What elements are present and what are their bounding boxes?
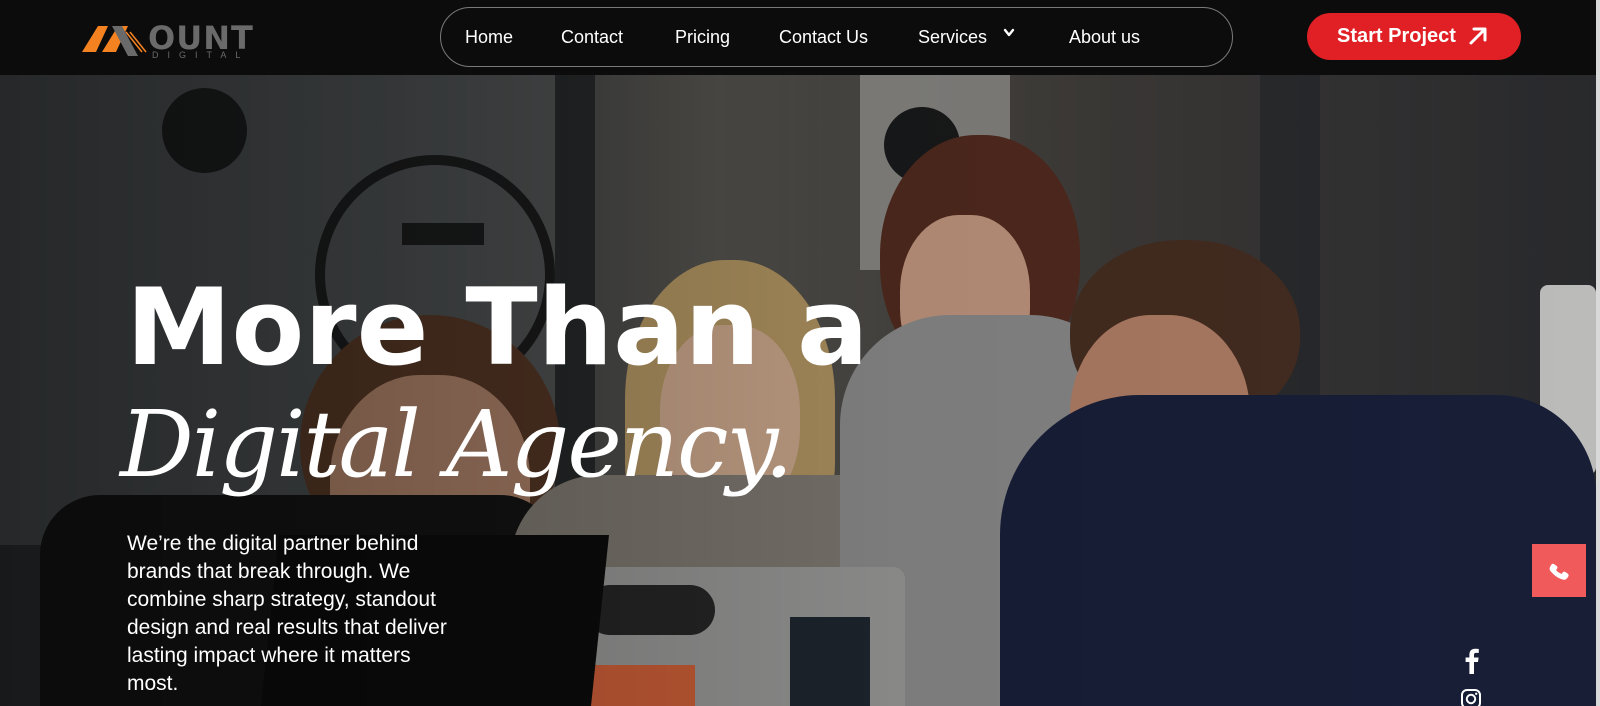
facebook-icon[interactable] [1460,647,1484,675]
arrow-up-right-icon [1469,27,1487,45]
start-project-label: Start Project [1337,25,1456,47]
logo-subtext: DIGITAL [152,50,250,60]
page-scrollbar[interactable] [1596,0,1600,706]
instagram-icon[interactable] [1460,688,1484,706]
main-nav: Home Contact Pricing Contact Us Services… [440,7,1233,67]
nav-contact-us[interactable]: Contact Us [779,8,868,68]
nav-contact[interactable]: Contact [561,8,623,68]
nav-pricing[interactable]: Pricing [675,8,730,68]
nav-about-us[interactable]: About us [1069,8,1140,68]
chevron-down-icon[interactable] [1002,26,1016,40]
phone-icon [1549,563,1569,580]
start-project-button[interactable]: Start Project [1307,13,1521,60]
hero-description: We’re the digital partner behind brands … [127,532,447,695]
hero-title: More Than a [126,266,869,389]
mount-digital-logo[interactable]: OUNT DIGITAL [82,20,262,60]
hero-section: More Than a Digital Agency. We’re the di… [0,75,1600,706]
nav-home[interactable]: Home [465,8,513,68]
nav-services[interactable]: Services [918,8,987,68]
top-navigation-bar: OUNT DIGITAL Home Contact Pricing Contac… [0,0,1600,75]
phone-call-button[interactable] [1532,544,1586,597]
logo-mark-icon [82,26,147,56]
hero-script-title: Digital Agency. [120,391,794,498]
